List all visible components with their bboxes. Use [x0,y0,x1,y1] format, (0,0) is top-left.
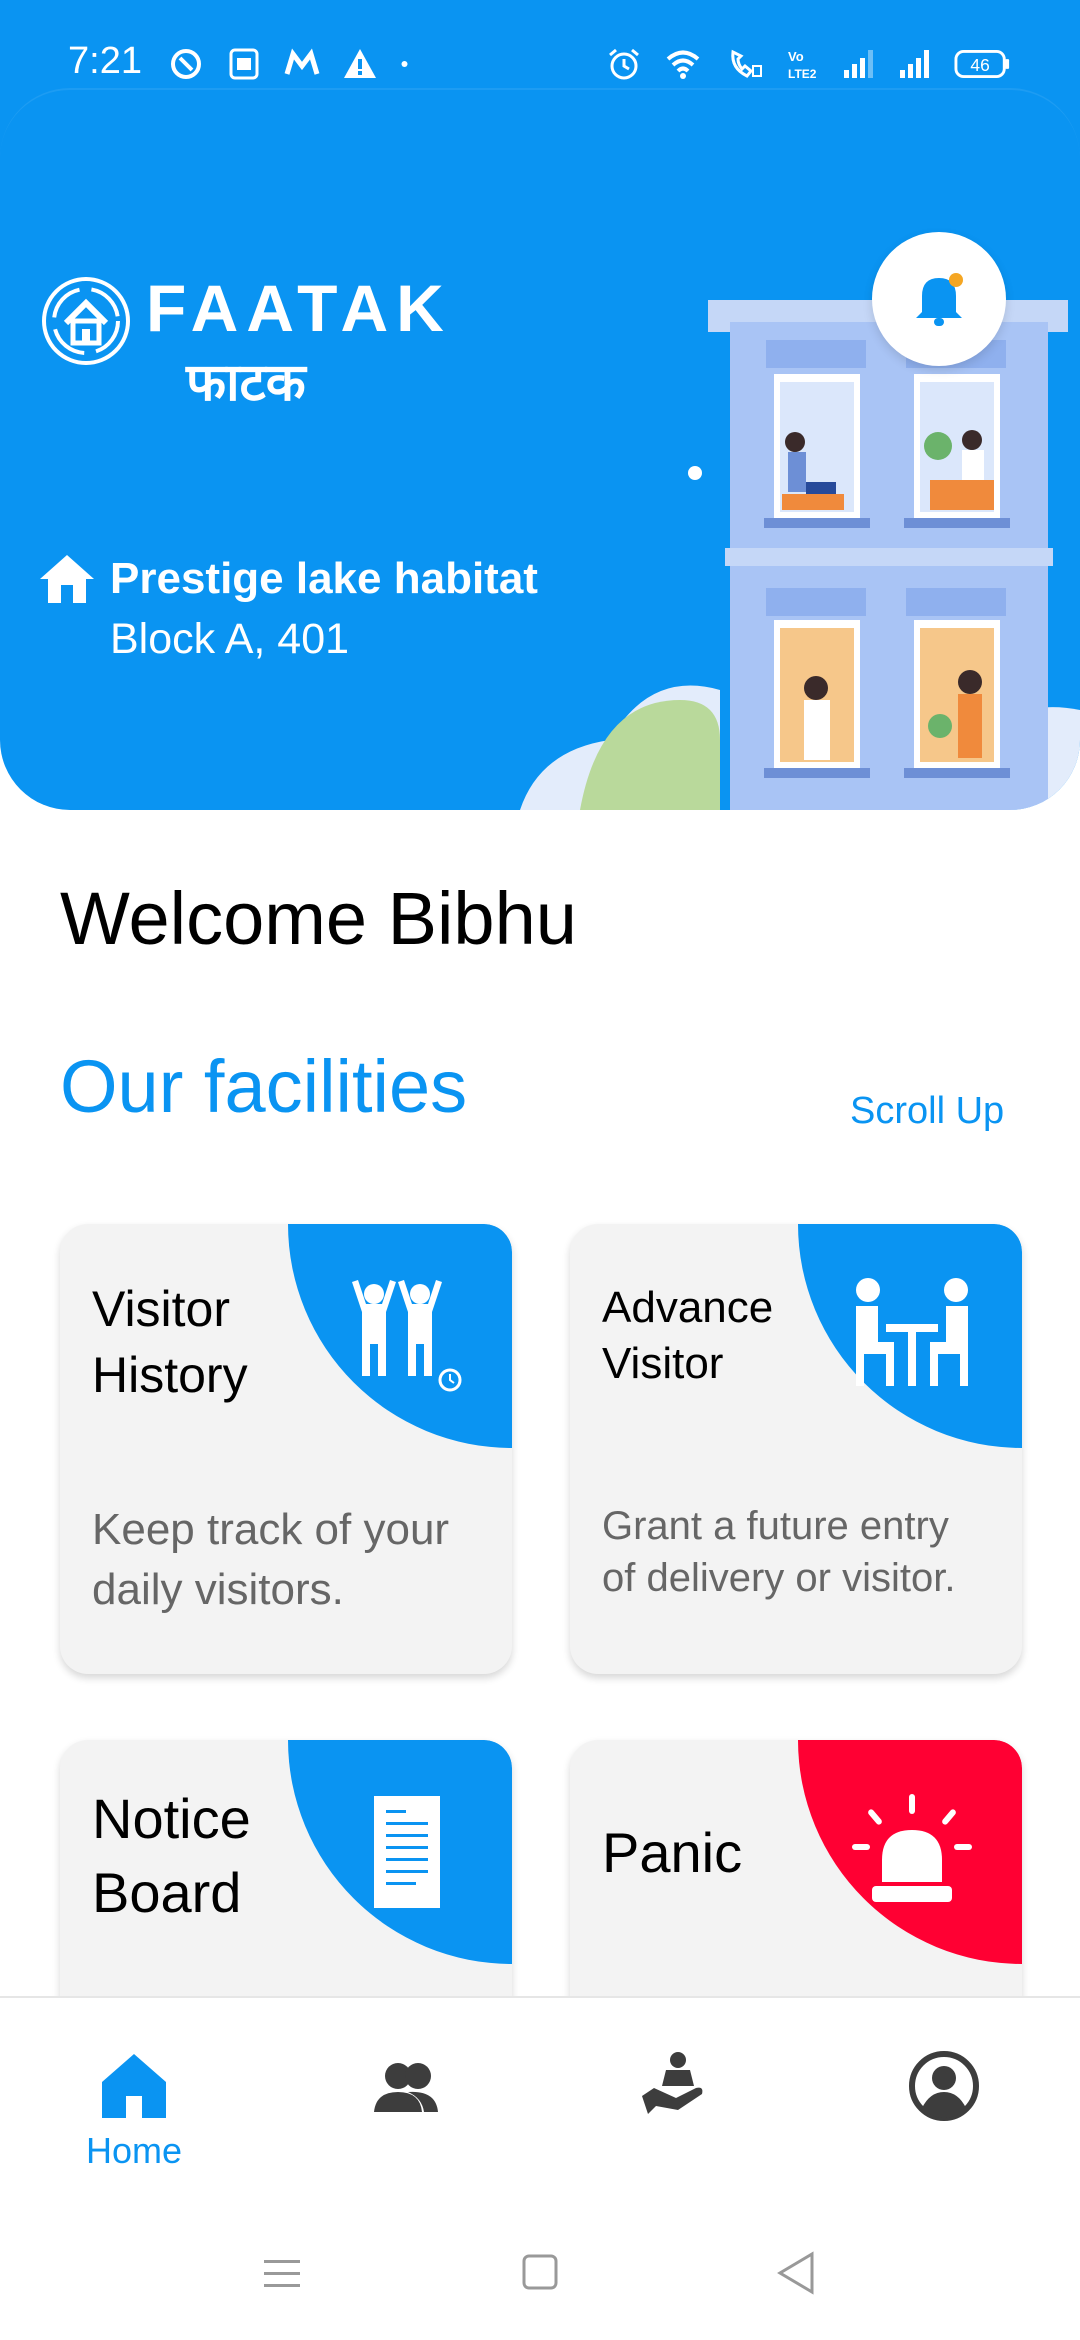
logo-house-icon [42,277,130,365]
notification-bell-button[interactable] [872,232,1006,366]
card-title: Notice Board [92,1782,251,1930]
nav-community[interactable] [326,2048,486,2188]
nav-profile[interactable] [864,2048,1024,2188]
dot-icon [401,61,408,67]
battery-icon: 46 [954,49,1010,79]
card-title: Panic [602,1821,743,1884]
volte-icon: Vo LTE2 [788,49,817,81]
faatak-logo: FAATAK फाटक [40,275,452,416]
visitor-history-card[interactable]: Visitor History Keep track of your daily… [60,1224,512,1674]
wifi-calling-icon [731,49,762,78]
meeting-icon [856,1278,968,1386]
card-title-line: History [92,1347,248,1403]
scroll-up-link[interactable]: Scroll Up [850,1090,1004,1133]
header-banner: 7:21 Vo LTE2 46 FAATAK फाटक Prestige lak… [0,0,1080,810]
visitors-icon [352,1280,462,1392]
notice-icon [374,1796,440,1908]
status-time: 7:21 [68,40,142,82]
wifi-icon [666,50,700,79]
helping-hand-icon [642,2052,703,2114]
building-illustration [520,300,1080,810]
address-block: Prestige lake habitat Block A, 401 [38,553,538,664]
card-desc-line: Keep track of your [92,1505,450,1554]
card-title: Advance Visitor [602,1280,773,1392]
welcome-heading: Welcome Bibhu [60,877,577,960]
menu-icon[interactable] [252,2248,312,2298]
advance-visitor-card[interactable]: Advance Visitor Grant a future entry of … [570,1224,1022,1674]
battery-level: 46 [970,55,989,75]
card-title-line: Advance [602,1283,774,1332]
svg-text:LTE2: LTE2 [788,67,817,81]
people-icon [374,2063,438,2112]
facilities-heading: Our facilities [60,1045,468,1128]
status-bar: 7:21 Vo LTE2 46 [0,0,1080,130]
signal-icon [900,50,929,78]
flat-number: Block A, 401 [110,615,350,663]
gmail-icon [284,48,320,75]
home-icon [102,2054,166,2118]
alarm-icon [609,48,639,80]
society-name: Prestige lake habitat [110,554,538,603]
nav-services[interactable] [596,2048,756,2188]
card-title: Visitor History [92,1276,248,1408]
signal-icon [844,50,873,78]
svg-text:Vo: Vo [788,49,804,64]
card-title-line: Visitor [602,1339,724,1388]
siren-icon [852,1794,972,1902]
card-description: Grant a future entry of delivery or visi… [602,1500,1002,1604]
card-title-line: Notice [92,1787,251,1850]
card-title-line: Board [92,1861,242,1924]
home-square-icon[interactable] [510,2248,570,2298]
nav-home-label: Home [85,2130,183,2171]
warning-icon [344,49,376,78]
profile-icon [909,2051,979,2121]
home-address-icon [40,555,94,603]
nfc-icon [171,49,201,79]
card-description: Keep track of your daily visitors. [92,1500,492,1620]
card-desc-line: of delivery or visitor. [602,1556,956,1600]
sim-icon [229,48,259,80]
nav-home[interactable]: Home [54,2048,214,2188]
logo-text-hi: फाटक [186,353,306,413]
card-title-line: Visitor [92,1281,231,1337]
logo-text-en: FAATAK [146,271,452,345]
card-desc-line: daily visitors. [92,1565,344,1614]
bell-icon [916,273,963,326]
card-desc-line: Grant a future entry [602,1504,949,1548]
back-triangle-icon[interactable] [768,2248,828,2298]
